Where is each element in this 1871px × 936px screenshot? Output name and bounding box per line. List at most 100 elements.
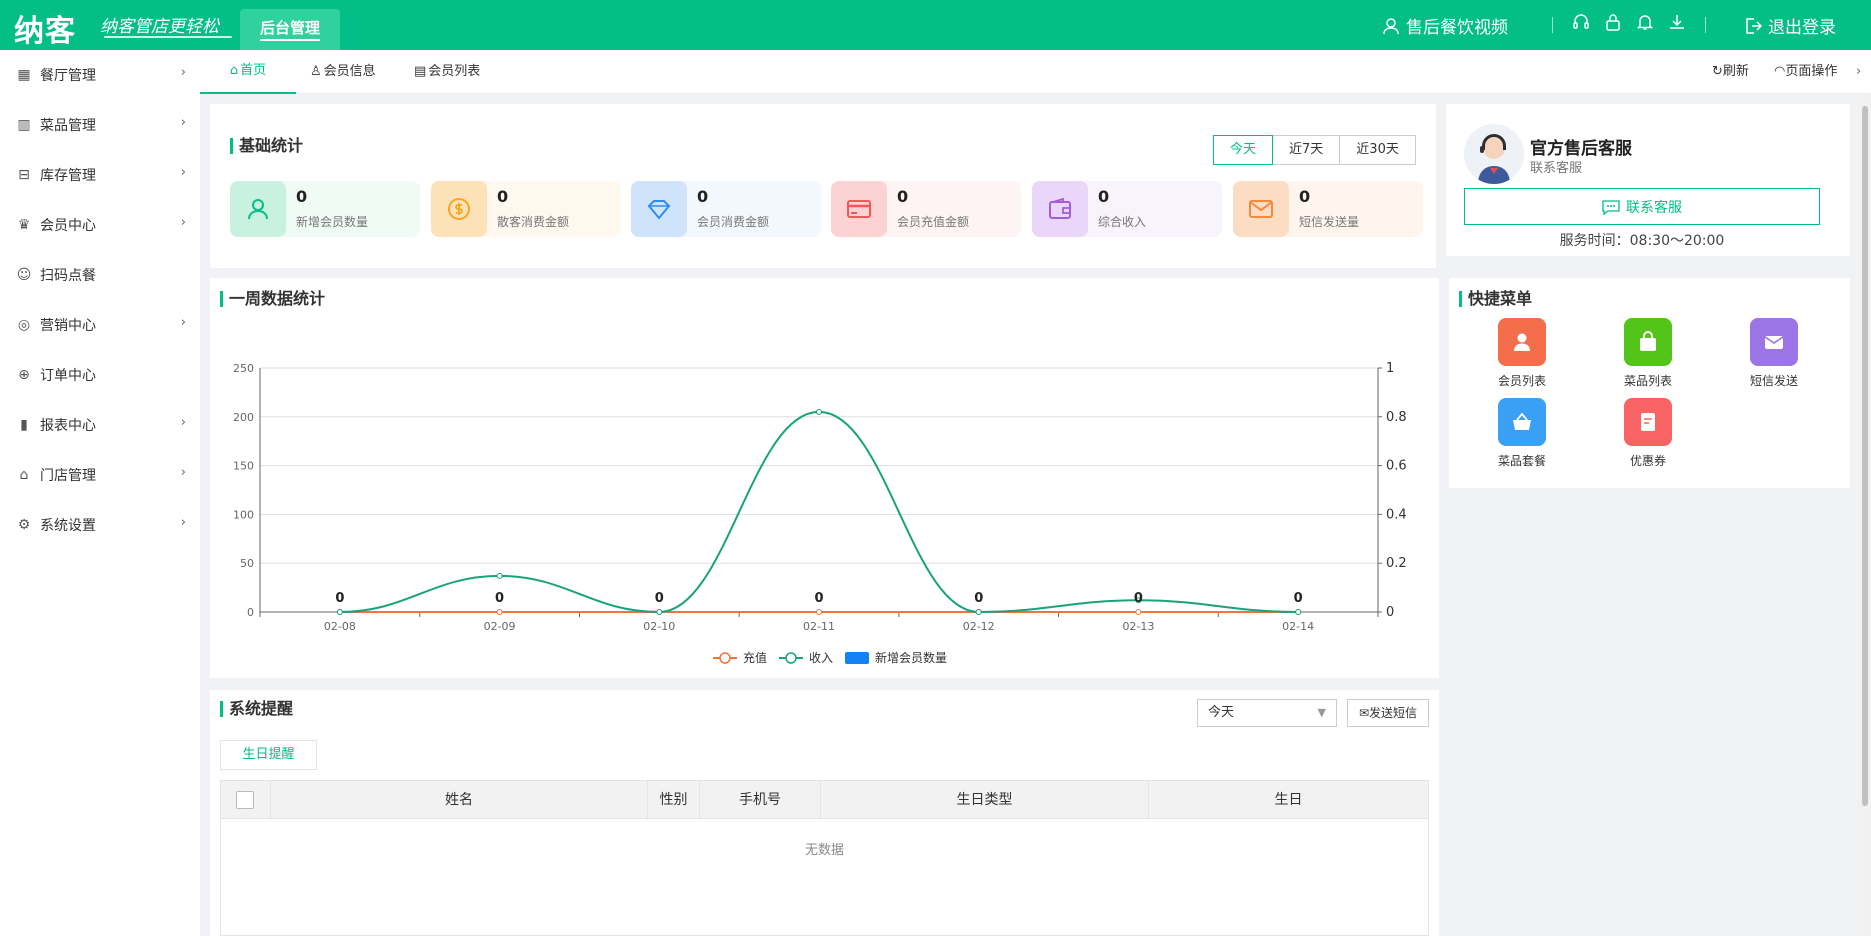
top-icon-group (1540, 13, 1718, 36)
stat-card: 0 会员充值金额 (831, 181, 1021, 237)
service-hours: 服务时间：08:30～20:00 (1559, 233, 1725, 249)
bell-icon[interactable] (1633, 13, 1657, 36)
user-icon: ♙ (310, 64, 322, 79)
select-all-checkbox[interactable] (236, 791, 254, 809)
page-ops-button[interactable]: ◠页面操作 (1774, 50, 1837, 94)
series-line-1 (339, 410, 1299, 614)
user-icon: ☺ (16, 267, 32, 283)
tab-member-list[interactable]: ▤ 会员列表 (414, 50, 480, 94)
stat-card: 0 新增会员数量 (230, 181, 420, 237)
user-icon (1498, 318, 1546, 366)
legend-label: 新增会员数量 (875, 650, 947, 665)
sidebar-item-settings[interactable]: ⚙ 系统设置 › (0, 500, 200, 550)
stat-label: 会员消费金额 (697, 215, 770, 229)
quick-item-label: 菜品列表 (1623, 374, 1672, 388)
column-birthday-type: 生日类型 (821, 781, 1149, 819)
stat-card: 0 短信发送量 (1233, 181, 1423, 237)
diamond-icon (631, 181, 687, 237)
data-point (816, 609, 822, 615)
sidebar-item-label: 营销中心 (40, 318, 96, 334)
sidebar-item-scan-order[interactable]: ☺ 扫码点餐 (0, 250, 200, 300)
divider (1552, 16, 1553, 33)
quick-member-list[interactable]: 会员列表 (1482, 318, 1562, 389)
download-icon[interactable] (1665, 13, 1689, 36)
sidebar-item-label: 餐厅管理 (40, 68, 96, 84)
x-tick-label: 02-12 (963, 620, 995, 633)
range-7days-button[interactable]: 近7天 (1272, 135, 1341, 165)
y2-tick-label: 0.6 (1386, 459, 1407, 474)
x-tick-label: 02-13 (1122, 620, 1154, 633)
empty-state: 无数据 (804, 843, 844, 858)
sidebar-item-orders[interactable]: ⊕ 订单中心 (0, 350, 200, 400)
chevron-right-icon: › (180, 465, 186, 480)
birthday-table: 姓名 性别 手机号 生日类型 生日 无数据 (220, 780, 1429, 936)
avatar (1464, 124, 1524, 184)
quick-dish-list[interactable]: 菜品列表 (1608, 318, 1688, 389)
user-menu[interactable]: 售后餐饮视频 (1382, 13, 1508, 38)
sidebar-item-label: 系统设置 (40, 518, 96, 534)
slogan-underline (104, 36, 232, 38)
stat-card: 0 散客消费金额 (431, 181, 621, 237)
column-gender: 性别 (648, 781, 700, 819)
tab-home[interactable]: ⌂ 首页 (200, 50, 296, 94)
logo: 纳客 (14, 14, 76, 49)
basket-icon (1498, 398, 1546, 446)
logout-button[interactable]: 退出登录 (1744, 13, 1836, 38)
gauge-icon: ◠ (1774, 64, 1786, 79)
crown-icon: ♛ (17, 217, 31, 233)
lock-icon[interactable] (1601, 13, 1625, 36)
logout-icon (1746, 17, 1762, 34)
chevron-right-icon[interactable]: › (1856, 50, 1861, 94)
headset-icon[interactable] (1569, 13, 1593, 36)
chevron-right-icon: › (180, 115, 186, 130)
gear-icon: ⚙ (17, 517, 31, 533)
contact-service-label: 联系客服 (1626, 199, 1682, 216)
refresh-icon: ↻ (1712, 64, 1723, 79)
data-label: 0 (974, 591, 983, 606)
sidebar-item-stores[interactable]: ⌂ 门店管理 › (0, 450, 200, 500)
y2-tick-label: 0.2 (1386, 556, 1407, 571)
sidebar-item-label: 库存管理 (40, 168, 96, 184)
data-point (1295, 609, 1302, 615)
quick-dish-combo[interactable]: 菜品套餐 (1482, 398, 1562, 469)
tab-member-info[interactable]: ♙ 会员信息 (310, 50, 376, 94)
refresh-button[interactable]: ↻刷新 (1712, 50, 1749, 94)
range-today-button[interactable]: 今天 (1213, 135, 1274, 165)
column-name: 姓名 (271, 781, 648, 819)
sidebar-item-restaurant[interactable]: ▦ 餐厅管理 › (0, 50, 200, 100)
sidebar-item-marketing[interactable]: ◎ 营销中心 › (0, 300, 200, 350)
x-tick-label: 02-11 (803, 620, 835, 633)
quick-item-label: 短信发送 (1749, 374, 1798, 388)
contact-service-button[interactable]: 联系客服 (1464, 188, 1820, 225)
inventory-icon: ⊟ (18, 167, 30, 183)
store-icon: ⌂ (19, 467, 29, 483)
sidebar-item-label: 门店管理 (40, 468, 96, 484)
service-subtitle: 联系客服 (1530, 161, 1583, 176)
legend-swatch (845, 652, 869, 664)
tab-birthday-reminder[interactable]: 生日提醒 (220, 740, 317, 770)
data-label: 0 (655, 591, 664, 606)
sidebar-item-inventory[interactable]: ⊟ 库存管理 › (0, 150, 200, 200)
quick-coupon[interactable]: 优惠券 (1608, 398, 1688, 469)
range-30days-button[interactable]: 近30天 (1339, 135, 1416, 165)
admin-tab[interactable]: 后台管理 (240, 9, 340, 50)
data-point (496, 572, 503, 579)
coin-icon (431, 181, 487, 237)
sidebar-item-dishes[interactable]: ▥ 菜品管理 › (0, 100, 200, 150)
data-point (336, 609, 343, 615)
quick-sms-send[interactable]: 短信发送 (1734, 318, 1814, 389)
date-range-select[interactable]: 今天 ▼ (1197, 699, 1337, 727)
dish-icon: ▥ (17, 117, 31, 133)
table-header: 姓名 性别 手机号 生日类型 生日 (221, 781, 1428, 819)
legend-label: 充值 (743, 650, 767, 665)
sidebar: ▦ 餐厅管理 › ▥ 菜品管理 › ⊟ 库存管理 › ♛ 会员中心 › ☺ 扫码点餐 ◎ 营销中心 ›… (0, 50, 200, 936)
coupon-icon (1624, 398, 1672, 446)
divider (1705, 16, 1706, 33)
send-sms-button[interactable]: ✉发送短信 (1347, 699, 1429, 727)
sidebar-item-members[interactable]: ♛ 会员中心 › (0, 200, 200, 250)
scrollbar-thumb[interactable] (1862, 106, 1868, 806)
logout-label: 退出登录 (1768, 18, 1836, 38)
slogan: 纳客管店更轻松 (100, 17, 219, 37)
sidebar-item-reports[interactable]: ▮ 报表中心 › (0, 400, 200, 450)
mail-icon: ✉ (1358, 706, 1370, 720)
